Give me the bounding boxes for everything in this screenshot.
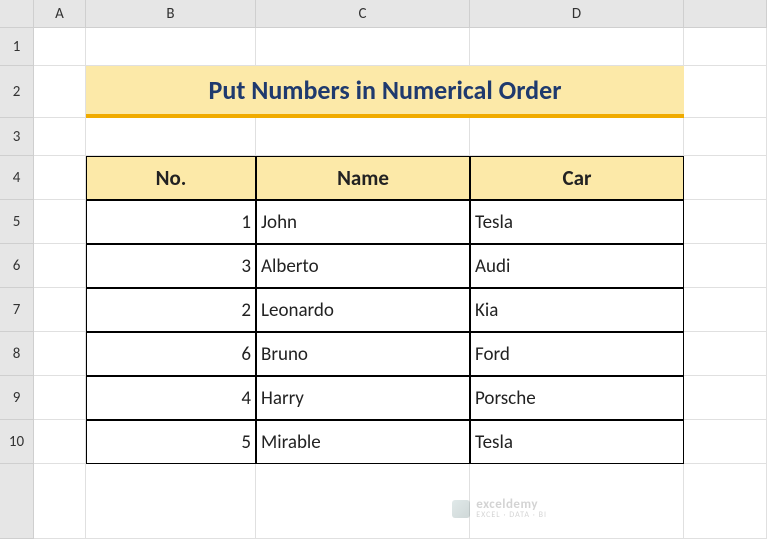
cell-a8[interactable] (34, 332, 86, 376)
cell-e9[interactable] (684, 376, 767, 420)
table-row[interactable]: Kia (470, 288, 684, 332)
table-row[interactable]: 6 (86, 332, 256, 376)
table-row[interactable]: Mirable (256, 420, 470, 464)
row-header-1[interactable]: 1 (0, 28, 34, 66)
row-header-9[interactable]: 9 (0, 376, 34, 420)
table-header-car[interactable]: Car (470, 156, 684, 200)
cell-b1[interactable] (86, 28, 256, 66)
cell-a2[interactable] (34, 66, 86, 118)
table-row[interactable]: 5 (86, 420, 256, 464)
cell-a10[interactable] (34, 420, 86, 464)
cell-blank[interactable] (34, 464, 86, 539)
table-row[interactable]: Harry (256, 376, 470, 420)
cell-blank[interactable] (256, 464, 470, 539)
cell-blank[interactable] (86, 464, 256, 539)
col-header-d[interactable]: D (470, 0, 684, 28)
cell-e8[interactable] (684, 332, 767, 376)
cell-a7[interactable] (34, 288, 86, 332)
cell-c1[interactable] (256, 28, 470, 66)
col-header-blank[interactable] (684, 0, 767, 28)
cell-e5[interactable] (684, 200, 767, 244)
watermark: exceldemy EXCEL · DATA · BI (452, 498, 547, 519)
cell-a3[interactable] (34, 118, 86, 156)
row-header-8[interactable]: 8 (0, 332, 34, 376)
cell-e1[interactable] (684, 28, 767, 66)
cell-a4[interactable] (34, 156, 86, 200)
cell-b3[interactable] (86, 118, 256, 156)
page-title[interactable]: Put Numbers in Numerical Order (86, 66, 684, 118)
cell-a1[interactable] (34, 28, 86, 66)
cell-a6[interactable] (34, 244, 86, 288)
row-header-4[interactable]: 4 (0, 156, 34, 200)
table-row[interactable]: Alberto (256, 244, 470, 288)
col-header-c[interactable]: C (256, 0, 470, 28)
watermark-icon (452, 500, 470, 518)
table-row[interactable]: 1 (86, 200, 256, 244)
watermark-sub: EXCEL · DATA · BI (476, 511, 547, 519)
row-header-2[interactable]: 2 (0, 66, 34, 118)
table-header-no[interactable]: No. (86, 156, 256, 200)
table-row[interactable]: Ford (470, 332, 684, 376)
cell-e2[interactable] (684, 66, 767, 118)
table-row[interactable]: John (256, 200, 470, 244)
row-header-7[interactable]: 7 (0, 288, 34, 332)
cell-a9[interactable] (34, 376, 86, 420)
cell-e6[interactable] (684, 244, 767, 288)
col-header-a[interactable]: A (34, 0, 86, 28)
spreadsheet-grid: A B C D 1 2 Put Numbers in Numerical Ord… (0, 0, 767, 539)
table-row[interactable]: Tesla (470, 420, 684, 464)
cell-e10[interactable] (684, 420, 767, 464)
cell-blank[interactable] (684, 464, 767, 539)
cell-d1[interactable] (470, 28, 684, 66)
table-header-name[interactable]: Name (256, 156, 470, 200)
cell-d3[interactable] (470, 118, 684, 156)
cell-c3[interactable] (256, 118, 470, 156)
table-row[interactable]: Leonardo (256, 288, 470, 332)
cell-e3[interactable] (684, 118, 767, 156)
row-header-10[interactable]: 10 (0, 420, 34, 464)
col-header-b[interactable]: B (86, 0, 256, 28)
select-all-corner[interactable] (0, 0, 34, 28)
cell-e4[interactable] (684, 156, 767, 200)
row-header-3[interactable]: 3 (0, 118, 34, 156)
row-header-6[interactable]: 6 (0, 244, 34, 288)
cell-a5[interactable] (34, 200, 86, 244)
table-row[interactable]: Porsche (470, 376, 684, 420)
table-row[interactable]: 3 (86, 244, 256, 288)
cell-e7[interactable] (684, 288, 767, 332)
table-row[interactable]: Tesla (470, 200, 684, 244)
watermark-text: exceldemy EXCEL · DATA · BI (476, 498, 547, 519)
table-row[interactable]: 4 (86, 376, 256, 420)
table-row[interactable]: 2 (86, 288, 256, 332)
table-row[interactable]: Bruno (256, 332, 470, 376)
row-header-blank[interactable] (0, 464, 34, 539)
row-header-5[interactable]: 5 (0, 200, 34, 244)
table-row[interactable]: Audi (470, 244, 684, 288)
